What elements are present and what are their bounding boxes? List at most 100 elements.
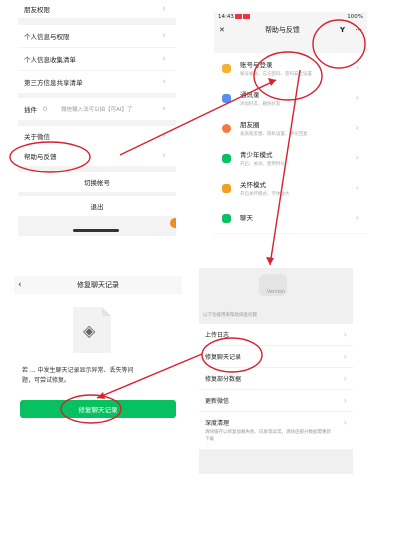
heart-icon (222, 183, 231, 193)
back-icon[interactable]: ‹ (18, 280, 22, 290)
help-navbar: ✕ 帮助与反馈 Y ··· (214, 22, 367, 38)
tool-update-wechat[interactable]: 更新微信 › (199, 390, 353, 412)
chevron-right-icon: › (355, 153, 359, 162)
help-item-chat[interactable]: 聊天 › (214, 203, 367, 233)
tool-label: 修复部分数据 (205, 376, 242, 383)
battery-level: 100% (347, 14, 363, 20)
tool-label: 更新微信 (205, 398, 230, 405)
tool-deep-clean[interactable]: 深度清理 清除缓存以修复加载失败、白屏等异常，清除后部分数据需重新下载 › (199, 412, 353, 450)
chevron-right-icon: › (355, 213, 359, 222)
chevron-right-icon: › (355, 63, 359, 72)
help-item-care-mode[interactable]: 关怀模式开启关怀模式、字体放大 › (214, 173, 367, 203)
repair-chat-button-label: 修复聊天记录 (78, 406, 118, 414)
settings-row-label: 帮助与反馈 (24, 153, 57, 161)
chevron-right-icon: › (343, 374, 347, 383)
chevron-right-icon: › (343, 396, 347, 405)
help-item-title: 通讯录 (240, 91, 260, 99)
help-item-subtitle: 发表朋友圈、隐私设置、评论回复 (240, 132, 308, 137)
switch-account-button[interactable]: 切换帐号 (18, 172, 176, 192)
help-item-title: 关怀模式 (240, 181, 266, 189)
status-time: 14:43 (218, 14, 234, 20)
help-item-subtitle: 添加好友、删除好友 (240, 102, 281, 107)
status-bar: 14:43 100% (214, 12, 367, 22)
chevron-right-icon: › (355, 93, 359, 102)
chevron-right-icon: › (162, 151, 166, 161)
chevron-right-icon: › (343, 352, 347, 361)
home-indicator (73, 229, 119, 232)
repair-chat-button[interactable]: 修复聊天记录 (20, 400, 176, 418)
tool-subtitle: 清除缓存以修复加载失败、白屏等异常，清除后部分数据需重新下载 (205, 430, 331, 442)
plugin-badge: 0 (43, 105, 48, 113)
chevron-right-icon: › (162, 54, 166, 64)
help-item-moments[interactable]: 朋友圈发表朋友圈、隐私设置、评论回复 › (214, 113, 367, 143)
tool-label: 上传日志 (205, 332, 230, 339)
settings-row-friend-permissions[interactable]: 朋友权限 › (18, 0, 176, 18)
help-item-title: 聊天 (240, 214, 253, 222)
teen-mode-icon (222, 153, 231, 163)
tool-label: 修复聊天记录 (205, 354, 242, 361)
notification-icon (242, 14, 250, 19)
chevron-right-icon: › (343, 418, 347, 427)
arrowhead-icon (266, 257, 274, 265)
settings-row-label: 插件 (24, 106, 37, 114)
page-title: 修复聊天记录 (77, 281, 119, 289)
settings-row-help-feedback[interactable]: 帮助与反馈 › (18, 146, 176, 166)
settings-row-label: 第三方信息共享清单 (24, 79, 83, 87)
tool-repair-chat[interactable]: 修复聊天记录 › (199, 346, 353, 368)
logout-label: 退出 (90, 203, 104, 211)
floating-badge (170, 218, 176, 228)
close-icon[interactable]: ✕ (219, 26, 225, 34)
chevron-right-icon: › (355, 183, 359, 192)
help-item-account[interactable]: 账号与登录账号被盗、忘记密码、密码安全设置 › (214, 53, 367, 83)
settings-row-label: 关于微信 (24, 133, 50, 141)
help-item-teen-mode[interactable]: 青少年模式 开启、关闭、使用时长 › (214, 143, 367, 173)
document-icon: ◈ (73, 307, 111, 353)
settings-row-info-collection[interactable]: 个人信息收集清单 › (18, 48, 176, 70)
chevron-right-icon: › (355, 123, 359, 132)
tools-panel: Version 以下功能用来帮助排查问题 上传日志 › 修复聊天记录 › 修复部… (199, 268, 353, 474)
settings-row-label: 个人信息收集清单 (24, 56, 76, 64)
settings-panel: 朋友权限 › 个人信息与权限 › 个人信息收集清单 › 第三方信息共享清单 › … (18, 0, 176, 236)
settings-row-label: 个人信息与权限 (24, 33, 70, 41)
chevron-right-icon: › (162, 77, 166, 87)
help-item-subtitle: 开启关怀模式、字体放大 (240, 192, 290, 197)
tools-hint: 以下功能用来帮助排查问题 (203, 313, 257, 318)
tool-upload-log[interactable]: 上传日志 › (199, 324, 353, 346)
account-icon (222, 63, 231, 73)
chat-icon (222, 213, 231, 223)
more-icon[interactable]: ··· (355, 26, 362, 34)
help-item-subtitle: 开启、关闭、使用时长 (240, 162, 285, 167)
chevron-right-icon: › (162, 131, 166, 141)
layers-icon: ◈ (83, 321, 96, 340)
repair-chat-panel: ‹ 修复聊天记录 ◈ 若 ... 中发生聊天记录显示异常、丢失等问题，可尝试修复… (14, 276, 182, 474)
contacts-icon (222, 93, 231, 103)
version-label: Version (266, 289, 286, 295)
moments-icon (222, 123, 231, 133)
help-item-title: 朋友圈 (240, 121, 260, 129)
wrench-icon[interactable]: Y (340, 26, 345, 34)
notification-icon (234, 14, 242, 19)
settings-row-personal-info[interactable]: 个人信息与权限 › (18, 25, 176, 47)
tool-label: 深度清理 (205, 420, 230, 427)
help-item-contacts[interactable]: 通讯录添加好友、删除好友 › (214, 83, 367, 113)
chevron-right-icon: › (343, 330, 347, 339)
settings-row-plugins[interactable]: 插件 0 微信输入法可以拍【可AI】了 › (18, 98, 176, 120)
settings-row-third-party[interactable]: 第三方信息共享清单 › (18, 71, 176, 93)
repair-description: 若 ... 中发生聊天记录显示异常、丢失等问题，可尝试修复。 (22, 367, 134, 384)
chevron-right-icon: › (162, 4, 166, 14)
help-topic-list: 账号与登录账号被盗、忘记密码、密码安全设置 › 通讯录添加好友、删除好友 › 朋… (214, 53, 367, 233)
help-item-subtitle: 账号被盗、忘记密码、密码安全设置 (240, 72, 312, 77)
plugin-value: 微信输入法可以拍【可AI】了 (61, 107, 133, 113)
repair-navbar: ‹ 修复聊天记录 (14, 276, 182, 294)
page-title: 帮助与反馈 (264, 26, 300, 34)
tools-list: 上传日志 › 修复聊天记录 › 修复部分数据 › 更新微信 › 深度清理 清除缓… (199, 324, 353, 450)
switch-account-label: 切换帐号 (84, 179, 110, 187)
help-item-title: 账号与登录 (240, 61, 273, 69)
settings-row-about[interactable]: 关于微信 › (18, 126, 176, 146)
logout-button[interactable]: 退出 (18, 196, 176, 216)
settings-row-label: 朋友权限 (24, 6, 50, 14)
tool-repair-data[interactable]: 修复部分数据 › (199, 368, 353, 390)
help-feedback-panel: 14:43 100% ✕ 帮助与反馈 Y ··· 账号与登录账号被盗、忘记密码、… (214, 12, 367, 234)
chevron-right-icon: › (162, 104, 166, 114)
chevron-right-icon: › (162, 31, 166, 41)
